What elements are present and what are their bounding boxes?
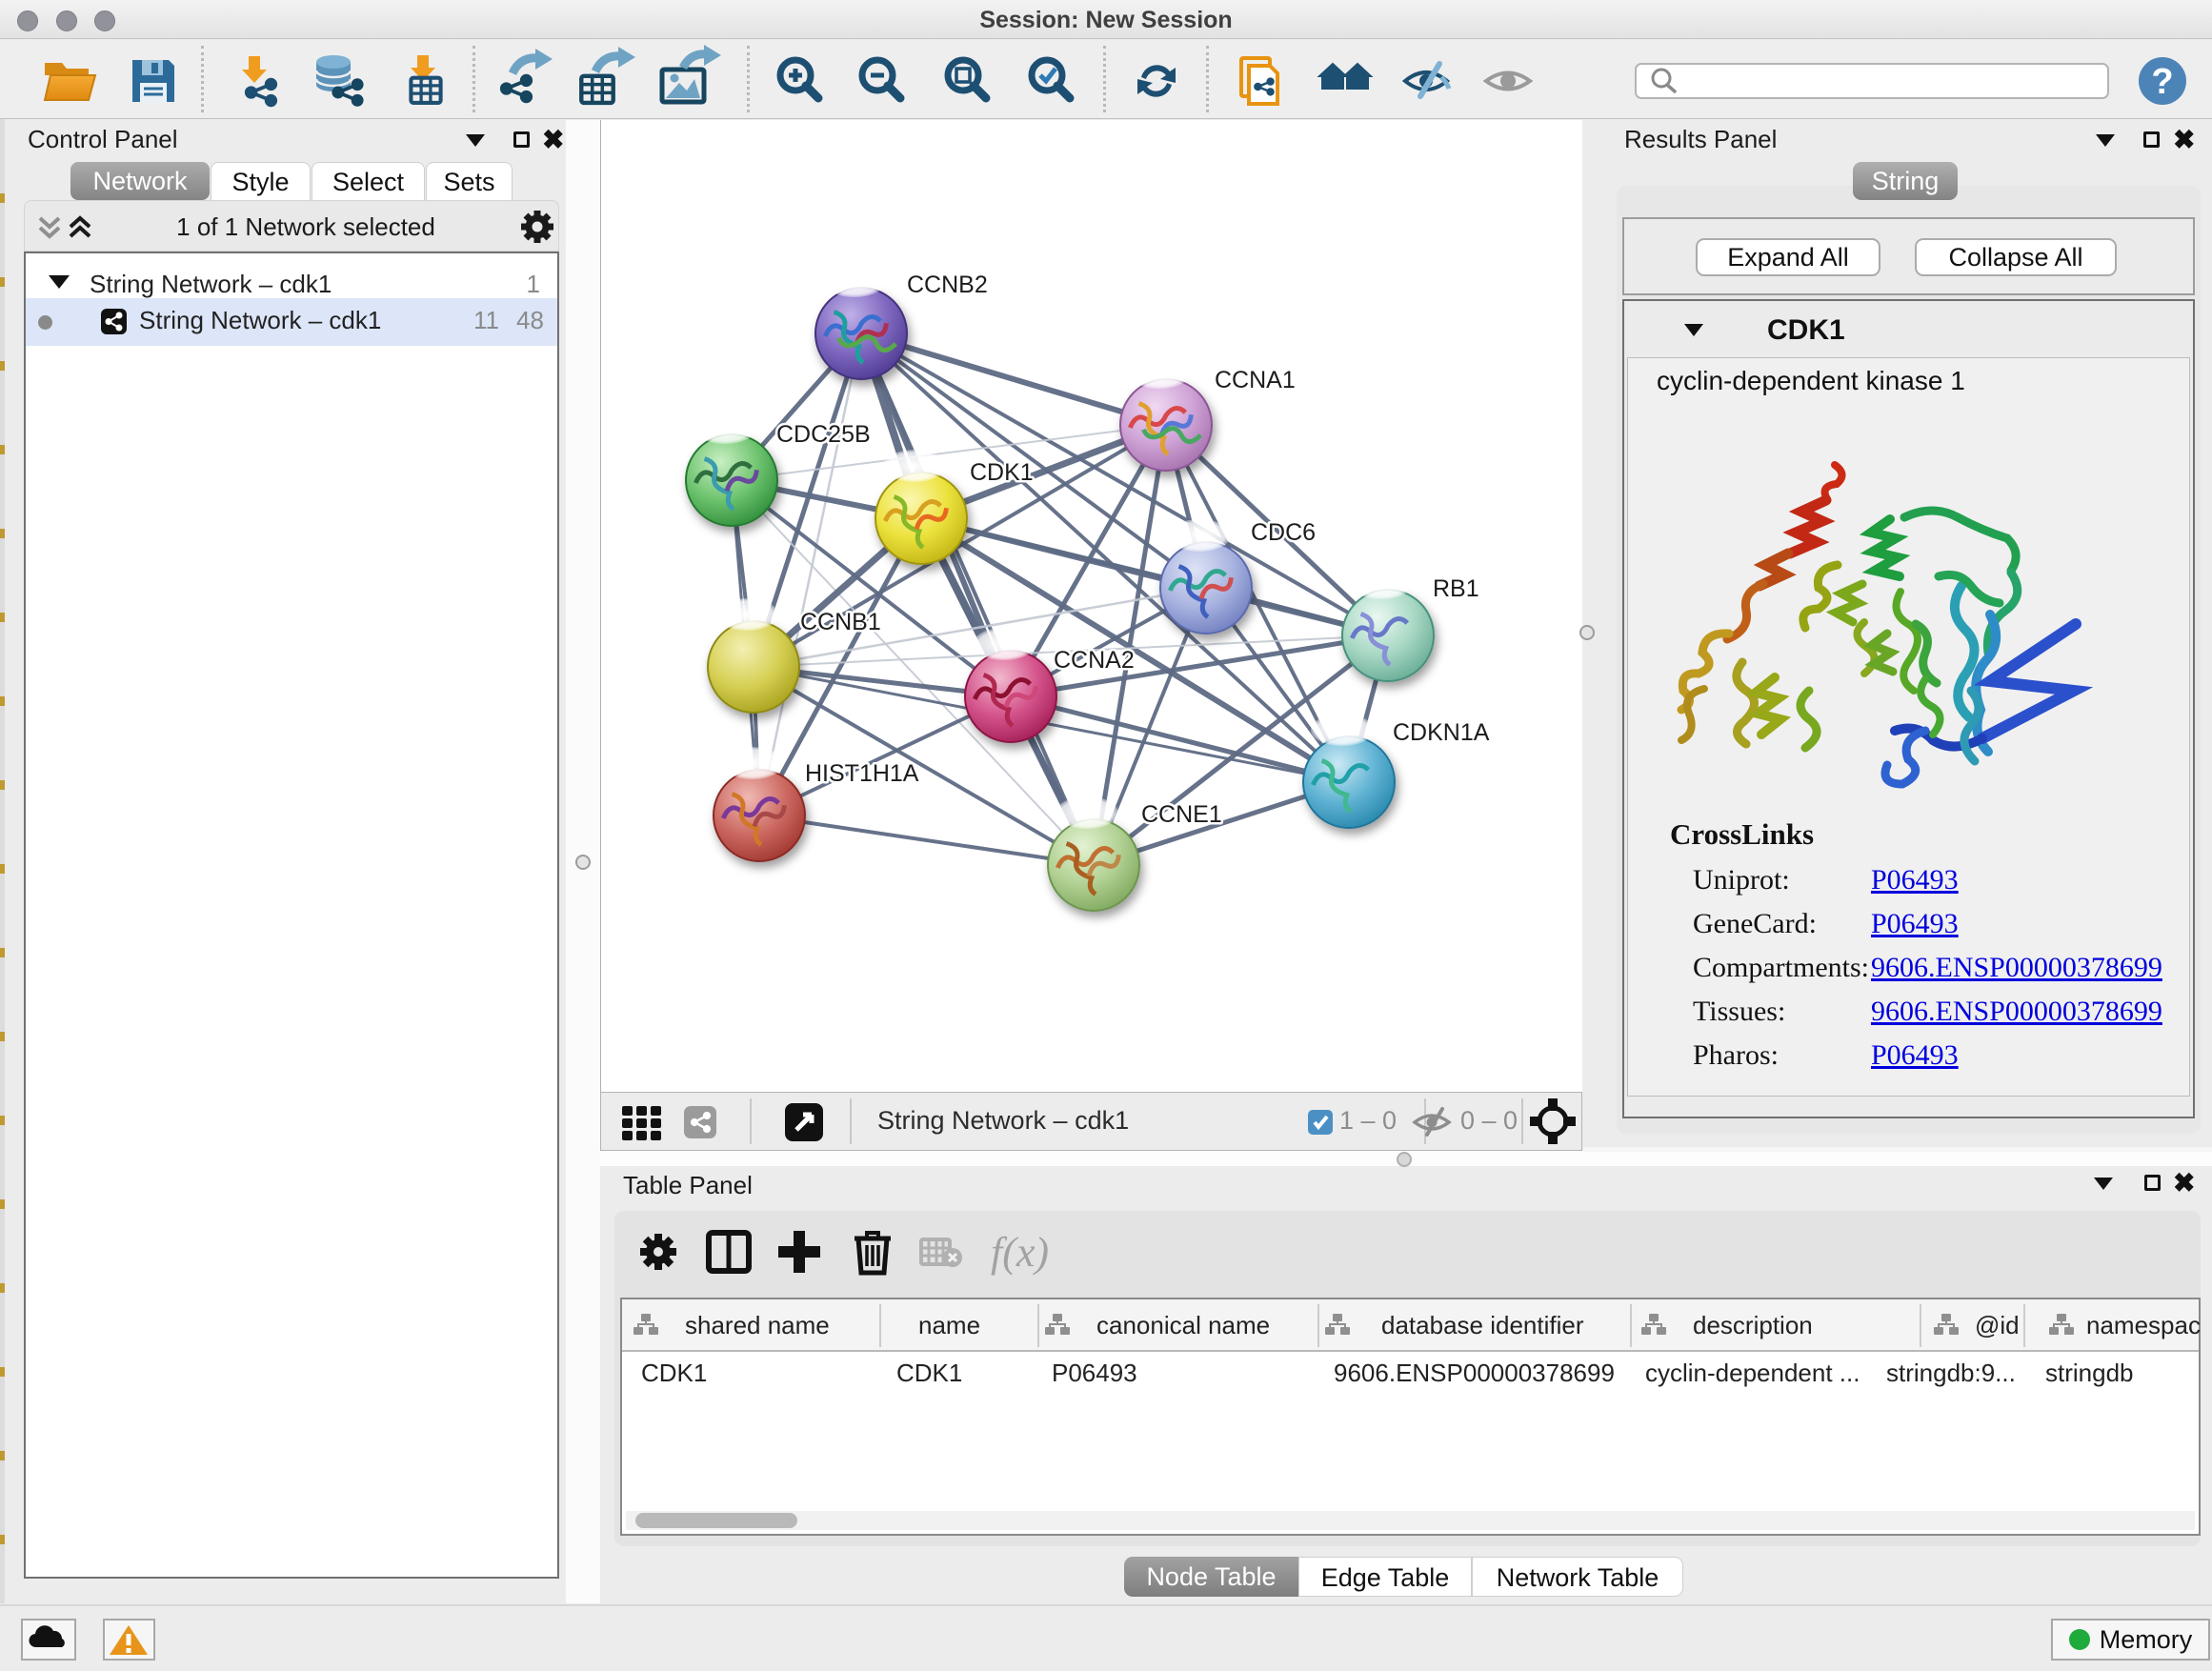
svg-text:CCNE1: CCNE1 xyxy=(1141,801,1222,828)
svg-text:1 of 1 Network selected: 1 of 1 Network selected xyxy=(176,212,435,241)
svg-text:f(x): f(x) xyxy=(991,1229,1049,1276)
svg-text:?: ? xyxy=(2151,62,2173,102)
svg-text:HIST1H1A: HIST1H1A xyxy=(805,760,919,787)
svg-text:CDK1: CDK1 xyxy=(970,459,1034,486)
svg-text:CCNA1: CCNA1 xyxy=(1215,367,1296,393)
svg-text:CCNB2: CCNB2 xyxy=(907,272,988,298)
svg-text:CDC25B: CDC25B xyxy=(776,421,871,448)
svg-text:CDKN1A: CDKN1A xyxy=(1393,719,1490,746)
svg-text:CCNB1: CCNB1 xyxy=(800,609,881,635)
svg-text:CDC6: CDC6 xyxy=(1251,519,1316,546)
svg-text:RB1: RB1 xyxy=(1433,575,1479,602)
svg-text:CCNA2: CCNA2 xyxy=(1054,647,1135,674)
